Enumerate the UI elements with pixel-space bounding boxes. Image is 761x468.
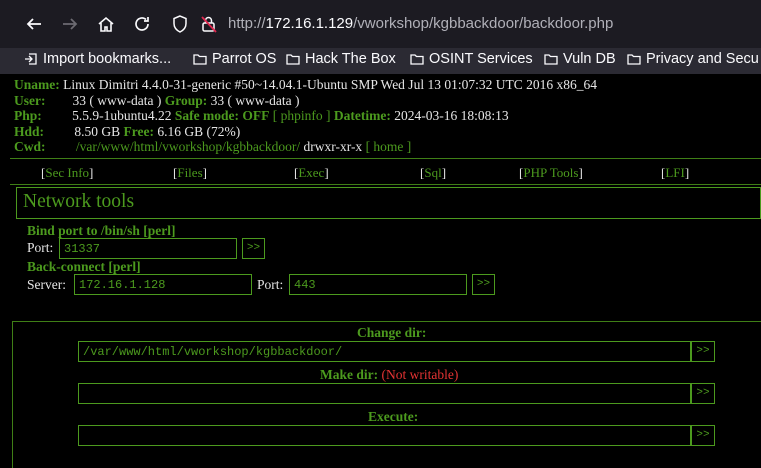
cwd-row: Cwd: /var/www/html/vworkshop/kgbbackdoor…	[14, 139, 412, 154]
forward-button[interactable]	[57, 11, 83, 37]
server-label: Server:	[27, 277, 66, 292]
cwd-path-link[interactable]: /var/www/html/vworkshop/kgbbackdoor/	[76, 139, 300, 154]
menu-lfi[interactable]: [LFI]	[661, 165, 689, 181]
change-dir-submit-button[interactable]: >>	[691, 341, 715, 362]
bookmark-import[interactable]: Import bookmarks...	[24, 51, 171, 67]
bookmark-vuln-db[interactable]: Vuln DB	[544, 51, 616, 67]
bind-port-submit-button[interactable]: >>	[242, 238, 265, 259]
folder-icon	[286, 54, 300, 65]
menu-exec[interactable]: [Exec]	[294, 165, 329, 181]
menu-sql[interactable]: [Sql]	[420, 165, 446, 181]
system-info: Uname: Linux Dimitri 4.4.0-31-generic #5…	[14, 77, 597, 155]
bookmark-osint-services[interactable]: OSINT Services	[410, 51, 533, 67]
webshell-page: Uname: Linux Dimitri 4.4.0-31-generic #5…	[0, 74, 761, 468]
url-bar[interactable]: http://172.16.1.129/vworkshop/kgbbackdoo…	[160, 6, 761, 42]
execute-input[interactable]	[78, 425, 691, 446]
not-writable-warning: (Not writable)	[381, 367, 459, 382]
menu-sec-info[interactable]: [Sec Info]	[41, 165, 93, 181]
uname-row: Uname: Linux Dimitri 4.4.0-31-generic #5…	[14, 77, 597, 92]
back-connect-port-input[interactable]: 443	[289, 274, 467, 295]
bookmark-privacy-security[interactable]: Privacy and Secu	[627, 51, 759, 67]
folder-icon	[627, 54, 641, 65]
home-button[interactable]	[93, 11, 119, 37]
php-row: Php: 5.5.9-1ubuntu4.22 Safe mode: OFF [ …	[14, 108, 509, 123]
folder-icon	[193, 54, 207, 65]
make-dir-submit-button[interactable]: >>	[691, 383, 715, 404]
folder-icon	[410, 54, 424, 65]
back-connect-port-label: Port:	[257, 277, 284, 292]
import-icon	[25, 53, 37, 65]
back-connect-heading: Back-connect [perl]	[27, 259, 141, 274]
make-dir-input[interactable]	[78, 383, 691, 404]
change-dir-label: Change dir:	[357, 325, 427, 340]
bookmark-hack-the-box[interactable]: Hack The Box	[286, 51, 396, 67]
back-arrow-icon	[26, 18, 41, 30]
home-link[interactable]: [ home ]	[366, 139, 412, 154]
bind-port-heading: Bind port to /bin/sh [perl]	[27, 223, 176, 238]
menu-files[interactable]: [Files]	[173, 165, 207, 181]
phpinfo-link[interactable]: [ phpinfo ]	[273, 108, 331, 123]
execute-submit-button[interactable]: >>	[691, 425, 715, 446]
divider	[10, 158, 761, 159]
bind-port-input[interactable]: 31337	[59, 238, 237, 259]
home-icon	[98, 16, 114, 32]
forward-arrow-icon	[63, 18, 78, 30]
reload-icon	[135, 17, 149, 31]
hdd-row: Hdd: 8.50 GB Free: 6.16 GB (72%)	[14, 123, 241, 139]
execute-label: Execute:	[368, 409, 419, 424]
shield-icon	[173, 15, 187, 33]
server-input[interactable]: 172.16.1.128	[74, 274, 252, 295]
section-title: Network tools	[23, 191, 135, 212]
back-button[interactable]	[21, 11, 47, 37]
folder-icon	[544, 54, 558, 65]
insecure-lock-icon	[201, 16, 217, 33]
user-row: User: 33 ( www-data ) Group: 33 ( www-da…	[14, 92, 300, 108]
make-dir-label: Make dir: (Not writable)	[320, 367, 459, 382]
browser-toolbar: http://172.16.1.129/vworkshop/kgbbackdoo…	[0, 0, 761, 48]
bind-port-label: Port:	[27, 240, 54, 255]
divider	[10, 184, 761, 185]
bookmarks-bar: Import bookmarks... Parrot OS Hack The B…	[0, 48, 761, 74]
change-dir-input[interactable]: /var/www/html/vworkshop/kgbbackdoor/	[78, 341, 691, 362]
reload-button[interactable]	[129, 11, 155, 37]
bookmark-parrot-os[interactable]: Parrot OS	[193, 51, 276, 67]
section-header: Network tools	[16, 187, 761, 219]
menu-php-tools[interactable]: [PHP Tools]	[519, 165, 583, 181]
url-text: http://172.16.1.129/vworkshop/kgbbackdoo…	[228, 15, 614, 32]
back-connect-submit-button[interactable]: >>	[472, 274, 495, 295]
